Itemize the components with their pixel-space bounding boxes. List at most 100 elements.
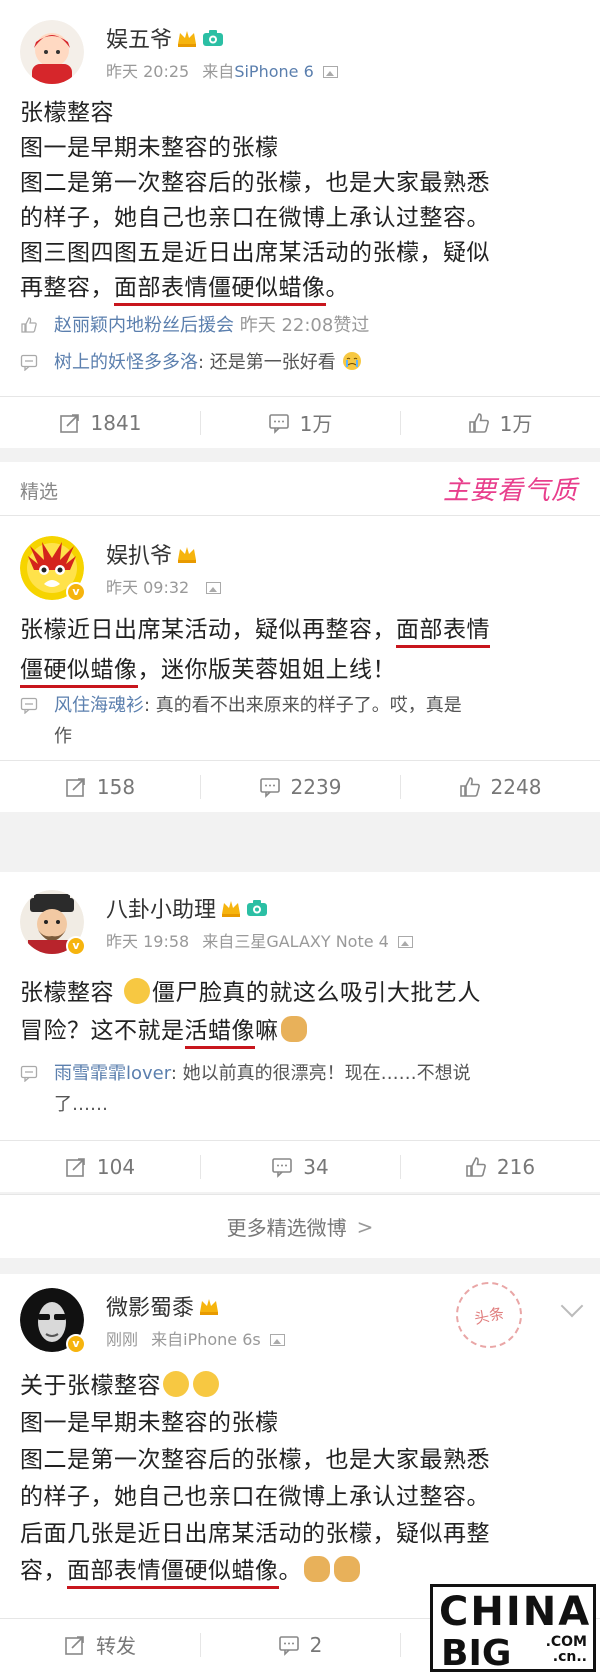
tongue-emoji-icon [163,1371,189,1397]
repost-button[interactable]: 158 [0,761,200,812]
avatar[interactable] [20,20,84,84]
comment-button[interactable]: 1万 [200,397,400,448]
body-line: 图二是第一次整容后的张檬，也是大家最熟悉 [20,170,490,196]
like-button[interactable]: 2248 [400,761,600,812]
body-line: 的样子，她自己也亲口在微博上承认过整容。 [20,205,490,231]
crown-icon [178,547,197,563]
action-bar: 1841 1万 1万 [0,396,600,448]
more-featured-label: 更多精选微博 [226,1216,347,1240]
username-row: 八卦小助理 [106,892,268,924]
comment-button[interactable]: 34 [200,1141,400,1192]
highlighted-text: 活蜡像 [184,1018,255,1049]
thumb-up-icon [468,412,489,433]
comment-text-cont: 了…… [54,1094,108,1115]
crown-icon [222,901,241,917]
comment-icon [20,354,38,371]
doge-emoji-icon [334,1556,360,1582]
comment-user[interactable]: 雨雪霏霏lover [54,1063,171,1084]
post-body: 张檬近日出席某活动，疑似再整容，面部表情 僵硬似蜡像，迷你版芙蓉姐姐上线！ [20,610,580,690]
comment-list: 雨雪霏霏lover: 她以前真的很漂亮！现在……不想说 了…… [20,1058,580,1126]
repost-icon [66,1157,85,1177]
repost-button[interactable]: 1841 [0,397,200,448]
repost-button[interactable]: 104 [0,1141,200,1192]
body-line: 的样子，她自己也亲口在微博上承认过整容。 [20,1484,490,1510]
body-line: 图三图四图五是近日出席某活动的张檬，疑似 [20,240,490,266]
highlighted-text: 僵硬似蜡像 [20,657,138,688]
section-title: 精选 [20,481,59,503]
comment-row[interactable]: 风住海魂衫: 真的看不出来原来的样子了。哎，真是 作 [20,690,580,752]
highlighted-text: 面部表情僵硬似蜡像 [67,1558,279,1589]
action-bar: 158 2239 2248 [0,760,600,812]
post-time: 昨天 20:25 [106,62,190,81]
post-card: 娱五爷 昨天 20:25 来自SiPhone 6 张檬整容 图一是早期未整容的张… [0,0,600,448]
comment-text: : 还是第一张好看 [198,352,336,373]
post-body: 关于张檬整容 图一是早期未整容的张檬 图二是第一次整容后的张檬，也是大家最熟悉 … [20,1368,580,1590]
body-line: 张檬近日出席某活动，疑似再整容，面部表情 [20,610,580,650]
verified-badge-icon: v [66,582,86,602]
repost-icon [65,1635,84,1655]
chevron-down-icon[interactable] [560,1294,584,1318]
comment-text: : 她以前真的很漂亮！现在……不想说 [170,1063,471,1084]
camera-icon [203,30,224,46]
highlighted-text: 面部表情 [396,617,490,648]
comment-row[interactable]: 树上的妖怪多多洛: 还是第一张好看 [20,347,580,378]
like-count: 216 [496,1154,536,1179]
section-art-text: 主要看气质 [442,476,578,506]
source-link[interactable]: 三星GALAXY Note 4 [234,932,389,951]
repost-count: 158 [96,774,136,799]
comment-user[interactable]: 风住海魂衫 [54,695,144,716]
verified-badge-icon: v [66,1334,86,1354]
comment-count: 1万 [299,412,333,436]
comment-button[interactable]: 2239 [200,761,400,812]
source-link[interactable]: iPhone 6s [183,1330,261,1349]
body-line: 图一是早期未整容的张檬 [20,135,279,161]
image-icon [322,66,338,78]
post-time: 刚刚 [106,1330,139,1349]
post-body: 张檬整容 图一是早期未整容的张檬 图二是第一次整容后的张檬，也是大家最熟悉 的样… [20,96,580,306]
crown-icon [178,31,197,47]
watermark-sub: BIG [441,1633,512,1674]
comment-button[interactable]: 2 [200,1619,400,1670]
like-count: 1万 [499,412,533,436]
body-line: 张檬整容 [20,100,114,126]
post-meta: 刚刚 来自iPhone 6s [106,1326,285,1350]
post-card: v 娱扒爷 昨天 09:32 张檬近日出席某活动，疑似再整容，面部表情 僵硬似蜡… [0,516,600,812]
body-line: 关于张檬整容 [20,1368,580,1405]
repost-button[interactable]: 转发 [0,1619,200,1670]
action-bar: 104 34 216 [0,1140,600,1192]
watermark-title: CHINA [439,1589,592,1635]
watermark-logo: CHINA BIG .COM .cn.. [430,1584,596,1674]
username[interactable]: 微影蜀黍 [106,1290,194,1322]
username[interactable]: 娱扒爷 [106,538,172,570]
like-user[interactable]: 赵丽颖内地粉丝后援会 [54,315,234,336]
source-prefix: 来自 [151,1330,184,1349]
body-line: 张檬整容 僵尸脸真的就这么吸引大批艺人 [20,978,481,1006]
thumb-up-icon [459,776,480,797]
body-line: 图一是早期未整容的张檬 [20,1410,279,1436]
comment-icon [20,1065,38,1082]
comment-row[interactable]: 雨雪霏霏lover: 她以前真的很漂亮！现在……不想说 了…… [20,1058,580,1120]
featured-section-header: 精选 主要看气质 [0,462,600,516]
like-count: 2248 [490,774,542,799]
doge-emoji-icon [304,1556,330,1582]
image-icon [269,1334,285,1346]
like-button[interactable]: 1万 [400,397,600,448]
like-row: 赵丽颖内地粉丝后援会 昨天 22:08赞过 [20,310,580,341]
source-link[interactable]: SiPhone 6 [234,62,313,81]
comment-user[interactable]: 树上的妖怪多多洛 [54,352,198,373]
comment-icon [272,1157,293,1178]
repost-count: 1841 [90,410,142,435]
doge-emoji-icon [280,1016,307,1042]
username[interactable]: 八卦小助理 [106,892,216,924]
comment-list: 赵丽颖内地粉丝后援会 昨天 22:08赞过 树上的妖怪多多洛: 还是第一张好看 [20,310,580,384]
source-prefix: 来自 [202,62,235,81]
watermark-domain: .COM .cn.. [545,1634,587,1665]
body-line: 僵硬似蜡像，迷你版芙蓉姐姐上线！ [20,650,580,690]
more-featured-button[interactable]: 更多精选微博 > [0,1194,600,1258]
username[interactable]: 娱五爷 [106,22,172,54]
like-button[interactable]: 216 [400,1141,600,1192]
comment-text-cont: 作 [54,726,72,747]
username-row: 娱五爷 [106,22,224,54]
headline-stamp: 头条 [449,1275,529,1355]
tongue-emoji-icon [193,1371,219,1397]
